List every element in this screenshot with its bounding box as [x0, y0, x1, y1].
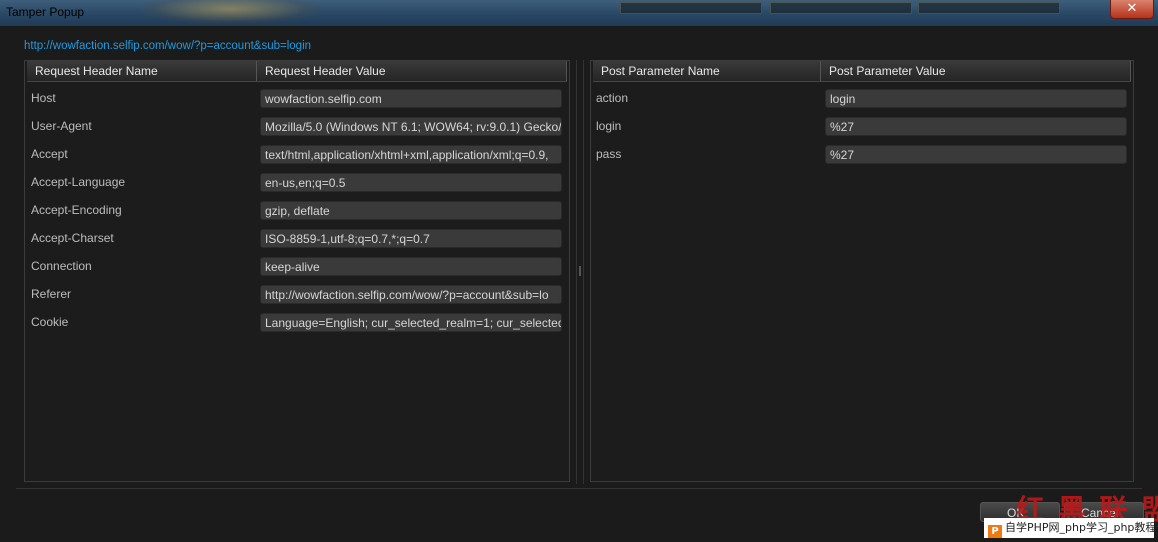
header-name-referer: Referer — [31, 287, 72, 301]
header-name-accept: Accept — [31, 147, 68, 161]
watermark-text: 自学PHP网_php学习_php教程 — [1005, 521, 1154, 534]
param-value-action[interactable]: login — [825, 89, 1127, 108]
request-header-value-column[interactable]: Request Header Value — [257, 61, 567, 82]
background-bar — [918, 2, 1060, 14]
background-logo — [140, 0, 320, 24]
window-title: Tamper Popup — [6, 5, 85, 19]
background-bar — [620, 2, 762, 14]
header-name-connection: Connection — [31, 259, 92, 273]
param-name-pass: pass — [596, 147, 622, 161]
header-name-cookie: Cookie — [31, 315, 69, 329]
request-url: http://wowfaction.selfip.com/wow/?p=acco… — [24, 40, 312, 52]
header-value-accept[interactable]: text/html,application/xhtml+xml,applicat… — [260, 145, 562, 164]
param-value-login[interactable]: %27 — [825, 117, 1127, 136]
header-name-accept-charset: Accept-Charset — [31, 231, 114, 245]
post-parameters-panel: Post Parameter Name Post Parameter Value… — [590, 60, 1134, 482]
param-name-login: login — [596, 119, 622, 133]
post-parameter-name-column[interactable]: Post Parameter Name — [593, 61, 821, 82]
header-value-connection[interactable]: keep-alive — [260, 257, 562, 276]
background-bar — [770, 2, 912, 14]
param-name-action: action — [596, 91, 629, 105]
header-name-accept-encoding: Accept-Encoding — [31, 203, 122, 217]
header-value-host[interactable]: wowfaction.selfip.com — [260, 89, 562, 108]
splitter-grip — [579, 266, 581, 276]
request-header-name-column[interactable]: Request Header Name — [27, 61, 257, 82]
header-value-referer[interactable]: http://wowfaction.selfip.com/wow/?p=acco… — [260, 285, 562, 304]
header-name-accept-language: Accept-Language — [31, 175, 126, 189]
param-value-pass[interactable]: %27 — [825, 145, 1127, 164]
header-name-host: Host — [31, 91, 56, 105]
header-value-accept-charset[interactable]: ISO-8859-1,utf-8;q=0.7,*;q=0.7 — [260, 229, 562, 248]
title-bar: Tamper Popup ✕ — [0, 0, 1158, 26]
watermark-banner: P 自学PHP网_php学习_php教程 — [984, 518, 1154, 538]
post-parameter-value-column[interactable]: Post Parameter Value — [821, 61, 1131, 82]
request-headers-panel: Request Header Name Request Header Value… — [24, 60, 570, 482]
footer-divider — [16, 488, 1142, 489]
close-icon: ✕ — [1126, 1, 1138, 16]
header-value-cookie[interactable]: Language=English; cur_selected_realm=1; … — [260, 313, 562, 332]
header-value-accept-encoding[interactable]: gzip, deflate — [260, 201, 562, 220]
header-name-user-agent: User-Agent — [31, 119, 92, 133]
close-button[interactable]: ✕ — [1110, 0, 1154, 19]
header-value-accept-language[interactable]: en-us,en;q=0.5 — [260, 173, 562, 192]
header-value-user-agent[interactable]: Mozilla/5.0 (Windows NT 6.1; WOW64; rv:9… — [260, 117, 562, 136]
php-logo-icon: P — [988, 525, 1002, 538]
panel-splitter[interactable] — [576, 60, 584, 484]
